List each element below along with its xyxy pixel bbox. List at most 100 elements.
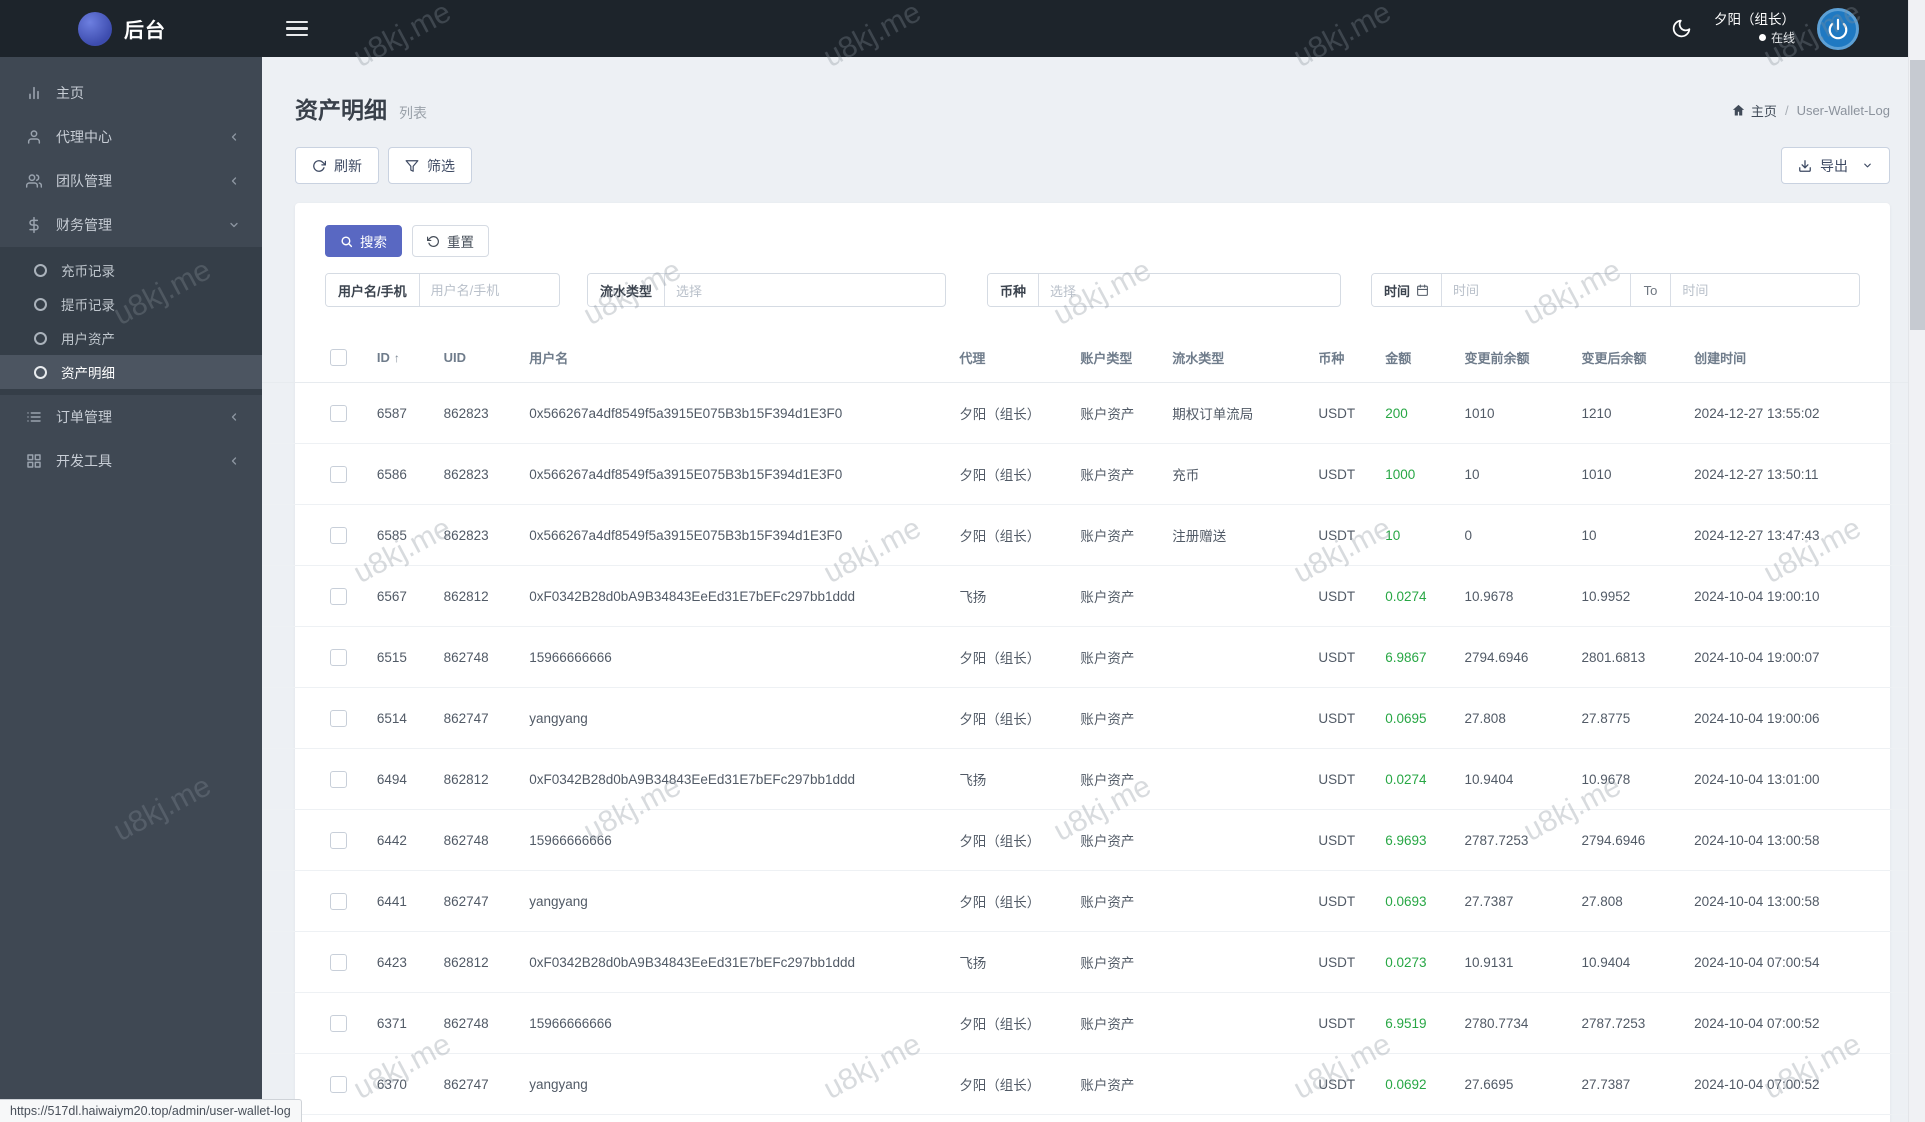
sidebar-menu: 主页 代理中心 团队管理 财务管理充币记录提币记录用户资产资产明细订单管理 开发工具 xyxy=(0,57,262,483)
toolbar: 刷新 筛选 导出 xyxy=(295,147,1890,184)
cell-coin: USDT xyxy=(1318,893,1356,909)
cell-coin: USDT xyxy=(1318,832,1356,848)
row-checkbox[interactable] xyxy=(330,1014,347,1032)
cell-username: 0xF0342B28d0bA9B34843EeEd31E7bEFc297bb1d… xyxy=(529,954,855,970)
cell-coin: USDT xyxy=(1318,954,1356,970)
row-checkbox[interactable] xyxy=(330,526,347,544)
flow-type-select[interactable]: 选择 xyxy=(665,274,945,306)
sidebar-item-deposit-records[interactable]: 充币记录 xyxy=(0,253,262,287)
tools-icon xyxy=(26,453,56,469)
scrollbar-thumb[interactable] xyxy=(1910,60,1925,330)
sidebar-item-agent-center[interactable]: 代理中心 xyxy=(0,115,262,159)
cell-before: 27.6695 xyxy=(1464,1076,1514,1092)
user-icon xyxy=(26,129,56,145)
cell-after: 2787.7253 xyxy=(1581,1015,1646,1031)
cell-flow_type xyxy=(1172,871,1318,932)
cell-agent: 夕阳（组长） xyxy=(959,895,1041,910)
avatar[interactable] xyxy=(1817,7,1859,50)
column-header-coin[interactable]: 币种 xyxy=(1318,333,1386,383)
chevron-down-icon xyxy=(1862,160,1873,171)
refresh-button[interactable]: 刷新 xyxy=(295,147,379,184)
sidebar-item-order-management[interactable]: 订单管理 xyxy=(0,395,262,439)
sidebar-item-withdraw-records[interactable]: 提币记录 xyxy=(0,287,262,321)
cell-coin: USDT xyxy=(1318,1015,1356,1031)
cell-after: 1010 xyxy=(1581,466,1612,482)
column-header-agent[interactable]: 代理 xyxy=(959,333,1081,383)
breadcrumb-home-link[interactable]: 主页 xyxy=(1731,101,1777,120)
hamburger-menu-icon[interactable] xyxy=(286,17,308,41)
row-checkbox[interactable] xyxy=(330,587,347,605)
cell-checkbox xyxy=(262,444,377,505)
column-header-id[interactable]: ID ↑ xyxy=(376,333,444,383)
column-header-after[interactable]: 变更后余额 xyxy=(1581,333,1695,383)
column-header-username[interactable]: 用户名 xyxy=(529,333,960,383)
dollar-icon xyxy=(26,217,56,233)
cell-uid: 862823 xyxy=(443,527,489,543)
column-header-account_type[interactable]: 账户类型 xyxy=(1080,333,1173,383)
cell-id: 6587 xyxy=(376,405,407,421)
sidebar-item-dev-tools[interactable]: 开发工具 xyxy=(0,439,262,483)
row-checkbox[interactable] xyxy=(330,709,347,727)
cell-created_at: 2024-10-04 07:00:52 xyxy=(1694,1076,1820,1092)
sidebar-item-asset-details[interactable]: 资产明细 xyxy=(0,355,262,389)
chevron-left-icon xyxy=(228,175,240,187)
dark-mode-toggle[interactable] xyxy=(1671,18,1692,39)
row-checkbox[interactable] xyxy=(330,770,347,788)
column-header-created_at[interactable]: 创建时间 xyxy=(1694,333,1925,383)
row-checkbox[interactable] xyxy=(330,831,347,849)
time-end-input[interactable] xyxy=(1671,274,1859,306)
username-filter-input[interactable] xyxy=(419,274,559,306)
select-all-checkbox[interactable] xyxy=(330,349,347,367)
cell-id: 6370 xyxy=(376,1076,407,1092)
logo[interactable]: 后台 xyxy=(0,0,262,57)
cell-username: 0x566267a4df8549f5a3915E075B3b15F394d1E3… xyxy=(529,527,843,543)
time-start-input[interactable] xyxy=(1442,274,1630,306)
row-checkbox[interactable] xyxy=(330,404,347,422)
cell-created_at: 2024-10-04 19:00:07 xyxy=(1694,649,1820,665)
cell-amount: 200 xyxy=(1385,405,1408,421)
cell-username: yangyang xyxy=(529,893,588,909)
coin-select[interactable]: 选择 xyxy=(1039,274,1340,306)
table-row: 6567 862812 0xF0342B28d0bA9B34843EeEd31E7b… xyxy=(262,566,1925,627)
sidebar-item-team-management[interactable]: 团队管理 xyxy=(0,159,262,203)
time-filter-label: 时间 xyxy=(1372,274,1443,306)
sidebar-item-home[interactable]: 主页 xyxy=(0,71,262,115)
cell-amount: 0.0273 xyxy=(1385,954,1427,970)
row-checkbox[interactable] xyxy=(330,892,347,910)
cell-checkbox xyxy=(262,871,377,932)
select-all-header xyxy=(262,333,377,383)
scrollbar[interactable] xyxy=(1908,0,1925,1122)
breadcrumb: 主页 / User-Wallet-Log xyxy=(1731,101,1890,120)
table-row: 6442 862748 15966666666 夕阳（组长） 账户资产 USDT 6.969… xyxy=(262,810,1925,871)
cell-checkbox xyxy=(262,688,377,749)
reset-button[interactable]: 重置 xyxy=(412,225,489,257)
row-checkbox[interactable] xyxy=(330,465,347,483)
cell-account_type: 账户资产 xyxy=(1080,468,1135,483)
sidebar-item-user-assets[interactable]: 用户资产 xyxy=(0,321,262,355)
cell-agent: 夕阳（组长） xyxy=(959,651,1041,666)
cell-created_at: 2024-10-04 13:01:00 xyxy=(1694,771,1820,787)
cell-uid: 862812 xyxy=(443,588,489,604)
sidebar-item-finance-management[interactable]: 财务管理 xyxy=(0,203,262,247)
row-checkbox[interactable] xyxy=(330,1075,347,1093)
cell-after: 10.9952 xyxy=(1581,588,1631,604)
list-card: 搜索 重置 用户名/手机 流水类型 xyxy=(262,203,1925,1122)
row-checkbox[interactable] xyxy=(330,953,347,971)
cell-after: 10.9678 xyxy=(1581,771,1631,787)
sidebar-item-label: 资产明细 xyxy=(61,366,115,381)
sidebar-item-label: 提币记录 xyxy=(61,298,115,313)
export-button[interactable]: 导出 xyxy=(1781,147,1890,184)
search-button[interactable]: 搜索 xyxy=(325,225,402,257)
column-header-uid[interactable]: UID xyxy=(443,333,530,383)
cell-created_at: 2024-10-04 13:00:58 xyxy=(1694,832,1820,848)
user-info[interactable]: 夕阳（组长） 在线 xyxy=(1714,11,1795,45)
sidebar-item-label: 充币记录 xyxy=(61,264,115,279)
cell-flow_type xyxy=(1172,810,1318,871)
filter-button[interactable]: 筛选 xyxy=(388,147,472,184)
cell-after: 2794.6946 xyxy=(1581,832,1646,848)
row-checkbox[interactable] xyxy=(330,648,347,666)
column-header-amount[interactable]: 金额 xyxy=(1385,333,1465,383)
cell-amount: 6.9519 xyxy=(1385,1015,1427,1031)
column-header-before[interactable]: 变更前余额 xyxy=(1464,333,1582,383)
column-header-flow_type[interactable]: 流水类型 xyxy=(1172,333,1319,383)
